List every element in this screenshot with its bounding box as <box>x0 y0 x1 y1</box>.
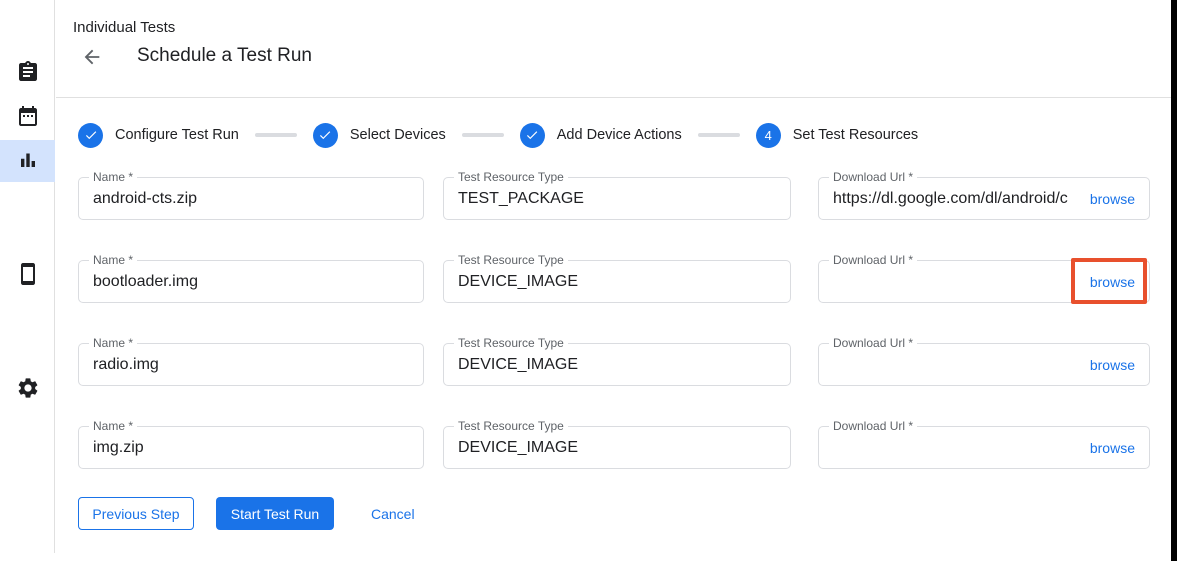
name-field-label: Name * <box>89 336 137 350</box>
gear-icon <box>16 376 40 400</box>
stepper: Configure Test Run Select Devices Add De… <box>78 122 918 148</box>
arrow-back-icon <box>81 46 103 68</box>
step-label: Configure Test Run <box>115 127 239 143</box>
resource-type-field-label: Test Resource Type <box>454 336 568 350</box>
step-number-badge: 4 <box>756 123 781 148</box>
download-url-field[interactable]: Download Url * browse <box>818 426 1150 469</box>
resource-type-field[interactable]: Test Resource Type DEVICE_IMAGE <box>443 260 791 303</box>
resource-type-field[interactable]: Test Resource Type TEST_PACKAGE <box>443 177 791 220</box>
previous-step-button[interactable]: Previous Step <box>78 497 194 530</box>
step-label: Add Device Actions <box>557 127 682 143</box>
resource-row: Name * img.zip Test Resource Type DEVICE… <box>78 419 1150 469</box>
resource-type-field[interactable]: Test Resource Type DEVICE_IMAGE <box>443 426 791 469</box>
name-field[interactable]: Name * radio.img <box>78 343 424 386</box>
step-set-test-resources[interactable]: 4 Set Test Resources <box>756 123 918 148</box>
name-field[interactable]: Name * img.zip <box>78 426 424 469</box>
name-field[interactable]: Name * android-cts.zip <box>78 177 424 220</box>
breadcrumb: Individual Tests <box>73 19 175 36</box>
download-url-field-label: Download Url * <box>829 170 917 184</box>
screen-edge-strip <box>1171 0 1177 561</box>
sidebar-item-tests[interactable] <box>0 51 55 93</box>
back-button[interactable] <box>80 45 104 69</box>
calendar-icon <box>16 104 40 128</box>
resource-type-field-label: Test Resource Type <box>454 253 568 267</box>
step-complete-check-icon <box>78 123 103 148</box>
resource-type-field-value: TEST_PACKAGE <box>444 190 584 208</box>
browse-link[interactable]: browse <box>1082 440 1149 456</box>
name-field-value: radio.img <box>79 356 159 374</box>
header-divider <box>56 97 1171 98</box>
step-complete-check-icon <box>520 123 545 148</box>
step-connector <box>255 133 297 137</box>
resource-type-field-value: DEVICE_IMAGE <box>444 356 578 374</box>
sidebar <box>0 0 55 553</box>
smartphone-icon <box>16 262 40 286</box>
resource-type-field[interactable]: Test Resource Type DEVICE_IMAGE <box>443 343 791 386</box>
sidebar-item-devices[interactable] <box>0 253 55 295</box>
step-connector <box>462 133 504 137</box>
download-url-field-value: https://dl.google.com/dl/android/c <box>819 190 1082 208</box>
sidebar-item-settings[interactable] <box>0 367 55 409</box>
name-field-value: bootloader.img <box>79 273 198 291</box>
resource-row: Name * radio.img Test Resource Type DEVI… <box>78 336 1150 386</box>
main-panel: Individual Tests Schedule a Test Run Con… <box>56 0 1171 561</box>
download-url-field[interactable]: Download Url * browse <box>818 343 1150 386</box>
sidebar-item-test-plans[interactable] <box>0 95 55 137</box>
download-url-field-label: Download Url * <box>829 253 917 267</box>
start-test-run-button[interactable]: Start Test Run <box>216 497 334 530</box>
sidebar-item-test-results[interactable] <box>0 140 55 182</box>
step-connector <box>698 133 740 137</box>
resource-type-field-label: Test Resource Type <box>454 170 568 184</box>
browse-link[interactable]: browse <box>1082 191 1149 207</box>
step-complete-check-icon <box>313 123 338 148</box>
name-field[interactable]: Name * bootloader.img <box>78 260 424 303</box>
download-url-field[interactable]: Download Url * https://dl.google.com/dl/… <box>818 177 1150 220</box>
name-field-label: Name * <box>89 170 137 184</box>
resource-row: Name * android-cts.zip Test Resource Typ… <box>78 170 1150 220</box>
resource-type-field-value: DEVICE_IMAGE <box>444 273 578 291</box>
test-resources-form: Name * android-cts.zip Test Resource Typ… <box>78 170 1150 502</box>
assignment-icon <box>16 60 40 84</box>
download-url-field-label: Download Url * <box>829 419 917 433</box>
name-field-value: android-cts.zip <box>79 190 197 208</box>
browse-link[interactable]: browse <box>1082 357 1149 373</box>
resource-row: Name * bootloader.img Test Resource Type… <box>78 253 1150 303</box>
step-label: Set Test Resources <box>793 127 918 143</box>
resource-type-field-value: DEVICE_IMAGE <box>444 439 578 457</box>
bar-chart-icon <box>16 149 40 173</box>
step-configure-test-run[interactable]: Configure Test Run <box>78 123 239 148</box>
name-field-value: img.zip <box>79 439 144 457</box>
page-title: Schedule a Test Run <box>137 45 312 67</box>
step-label: Select Devices <box>350 127 446 143</box>
step-select-devices[interactable]: Select Devices <box>313 123 446 148</box>
browse-link[interactable]: browse <box>1082 274 1149 290</box>
name-field-label: Name * <box>89 253 137 267</box>
name-field-label: Name * <box>89 419 137 433</box>
action-bar: Previous Step Start Test Run Cancel <box>78 497 415 530</box>
app-window: Individual Tests Schedule a Test Run Con… <box>0 0 1181 561</box>
step-add-device-actions[interactable]: Add Device Actions <box>520 123 682 148</box>
resource-type-field-label: Test Resource Type <box>454 419 568 433</box>
download-url-field[interactable]: Download Url * browse <box>818 260 1150 303</box>
download-url-field-label: Download Url * <box>829 336 917 350</box>
cancel-button[interactable]: Cancel <box>371 497 415 530</box>
